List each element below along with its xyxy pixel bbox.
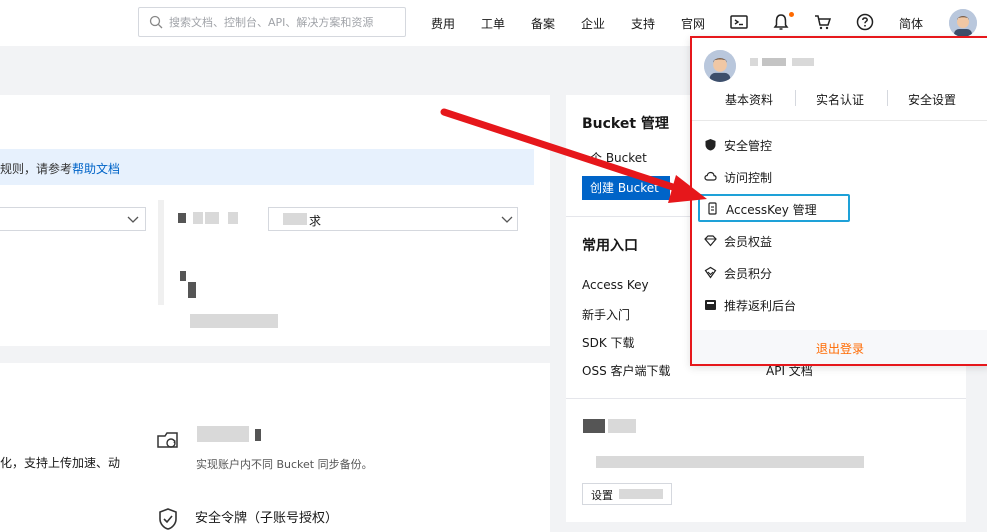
chevron-down-icon [127,216,139,223]
cloud-sync-icon [157,432,178,448]
bell-icon[interactable] [771,12,791,32]
redacted-block [583,419,605,433]
divider [566,398,966,399]
menu-item-member-points[interactable]: 会员积分 [704,260,974,286]
redacted-block [190,314,278,328]
tab-real-name-auth[interactable]: 实名认证 [816,91,864,108]
nav-tickets[interactable]: 工单 [481,15,505,32]
tab-basic-info[interactable]: 基本资料 [725,91,773,108]
redacted-block [178,213,186,223]
redacted-username [762,58,786,66]
redacted-block [255,429,261,441]
key-icon [708,202,717,215]
global-search[interactable] [138,7,406,37]
token-title: 安全令牌（子账号授权） [195,511,339,526]
upload-feature-text: 化，支持上传加速、动 [0,456,121,470]
help-icon[interactable] [855,12,875,32]
redacted-block [283,213,307,225]
settings-button[interactable]: 设置 [582,483,672,505]
logout-link[interactable]: 退出登录 [692,340,987,357]
menu-item-label: 会员权益 [724,235,773,249]
redacted-block [228,212,238,224]
cart-icon[interactable] [813,12,833,32]
filter-select[interactable]: 求 [268,207,518,231]
entry-getting-started[interactable]: 新手入门 [582,306,630,323]
search-input[interactable] [169,13,401,31]
shield-check-icon [159,508,177,530]
avatar-face-icon [949,9,977,37]
terminal-icon[interactable] [729,12,749,32]
tab-separator [795,90,796,106]
redacted-block [205,212,219,224]
menu-item-security-control[interactable]: 安全管控 [704,132,974,158]
menu-item-accesskey-management[interactable]: AccessKey 管理 [698,194,850,222]
sync-feature-text: 实现账户内不同 Bucket 同步备份。 [196,458,373,471]
menu-item-label: 安全管控 [724,139,773,153]
settings-button-label: 设置 [591,489,613,502]
create-bucket-button[interactable]: 创建 Bucket [582,176,670,200]
redacted-username [792,58,814,66]
redacted-block [596,456,864,468]
redacted-block [608,419,636,433]
menu-item-member-benefits[interactable]: 会员权益 [704,228,974,254]
user-avatar[interactable] [949,9,977,37]
redacted-block [197,426,249,442]
shield-icon [705,139,716,151]
menu-item-label: AccessKey 管理 [726,203,817,217]
nav-icp[interactable]: 备案 [531,15,555,32]
nav-fees[interactable]: 费用 [431,15,455,32]
menu-item-label: 推荐返利后台 [724,299,797,313]
gem-icon [704,266,717,279]
menu-footer: 退出登录 [692,330,987,364]
avatar-face-icon [704,50,736,82]
redacted-block [619,489,663,499]
menu-item-access-control[interactable]: 访问控制 [704,164,974,190]
notice-text: 规则，请参考帮助文档 [0,162,121,176]
bucket-title: Bucket 管理 [582,116,669,132]
nav-official-site[interactable]: 官网 [681,15,705,32]
chevron-down-icon [501,216,513,223]
user-menu: 基本资料 实名认证 安全设置 安全管控 访问控制 AccessKey 管理 会员… [690,36,987,366]
tab-security-settings[interactable]: 安全设置 [908,91,956,108]
redacted-block [188,282,196,298]
wallet-icon [705,300,716,310]
redacted-block [180,271,186,281]
common-entries-title: 常用入口 [582,238,638,254]
menu-item-label: 会员积分 [724,267,773,281]
region-select[interactable] [0,207,146,231]
menu-divider [692,120,987,121]
menu-item-referral-backend[interactable]: 推荐返利后台 [704,292,974,318]
cloud-icon [704,171,717,181]
help-doc-link[interactable]: 帮助文档 [72,162,120,176]
menu-avatar [704,50,736,82]
divider-vertical [158,200,164,305]
redacted-username [750,58,758,66]
language-switch[interactable]: 简体 [899,15,923,32]
notification-dot [789,12,794,17]
redacted-block [193,212,203,224]
tab-separator [887,90,888,106]
menu-item-label: 访问控制 [724,171,773,185]
nav-support[interactable]: 支持 [631,15,655,32]
entry-sdk-download[interactable]: SDK 下载 [582,334,635,351]
search-icon [149,15,163,29]
filter-select-label: 求 [309,214,322,228]
entry-oss-client-download[interactable]: OSS 客户端下载 [582,362,671,379]
nav-enterprise[interactable]: 企业 [581,15,605,32]
bucket-count: 个 Bucket [590,151,647,165]
diamond-icon [704,235,717,247]
entry-access-key[interactable]: Access Key [582,278,649,292]
